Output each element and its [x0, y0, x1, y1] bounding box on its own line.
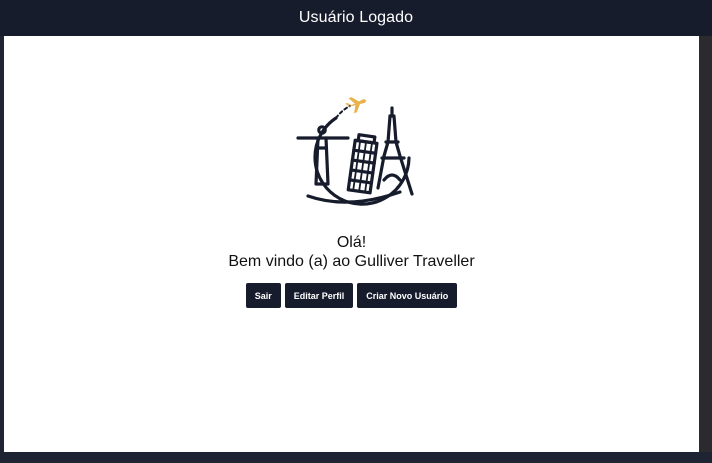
- app-screen: Usuário Logado Olá! Bem vindo (a) ao Gul…: [0, 0, 712, 463]
- app-header: Usuário Logado: [0, 0, 712, 36]
- logout-button[interactable]: Sair: [245, 283, 281, 308]
- travel-landmarks-logo-icon: [296, 97, 414, 206]
- main-content: Olá! Bem vindo (a) ao Gulliver Traveller…: [4, 36, 699, 452]
- page-title: Usuário Logado: [298, 9, 414, 26]
- welcome-message: Bem vindo (a) ao Gulliver Traveller: [228, 253, 475, 270]
- bottom-bar: [0, 452, 712, 463]
- edit-profile-button[interactable]: Editar Perfil: [284, 283, 354, 308]
- greeting-text: Olá!: [336, 234, 367, 251]
- scroll-strip: [699, 36, 712, 452]
- create-user-button[interactable]: Criar Novo Usuário: [357, 283, 458, 308]
- action-buttons: Sair Editar Perfil Criar Novo Usuário: [4, 283, 699, 308]
